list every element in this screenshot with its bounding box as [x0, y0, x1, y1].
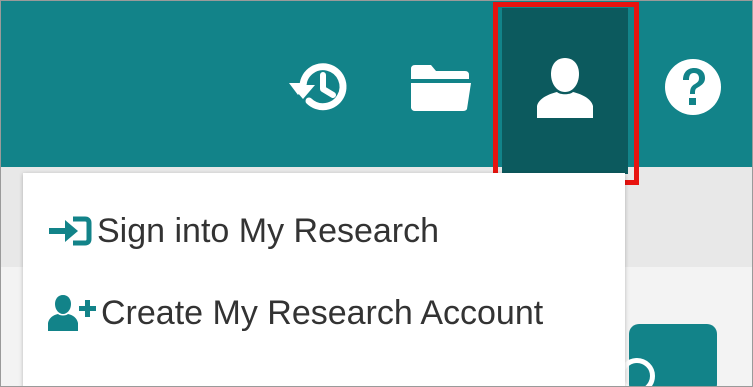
- folder-button[interactable]: [409, 55, 473, 119]
- search-button-partial[interactable]: [619, 324, 717, 386]
- sign-in-icon: [47, 215, 93, 247]
- menu-item-sign-in[interactable]: Sign into My Research: [47, 201, 439, 261]
- account-dropdown-menu: Sign into My Research Create My Research…: [23, 173, 625, 386]
- user-icon: [537, 58, 593, 118]
- screenshot-frame: Sign into My Research Create My Research…: [0, 0, 753, 387]
- menu-item-create-account[interactable]: Create My Research Account: [47, 283, 543, 343]
- help-button[interactable]: [661, 55, 725, 119]
- help-icon: [665, 59, 721, 115]
- account-button[interactable]: [502, 8, 628, 174]
- history-icon: [289, 63, 347, 111]
- user-plus-icon: [47, 294, 97, 332]
- history-button[interactable]: [285, 55, 349, 119]
- create-account-label: Create My Research Account: [101, 293, 544, 332]
- header-bar: [1, 1, 752, 167]
- folder-icon: [411, 65, 471, 111]
- sign-in-label: Sign into My Research: [97, 211, 440, 250]
